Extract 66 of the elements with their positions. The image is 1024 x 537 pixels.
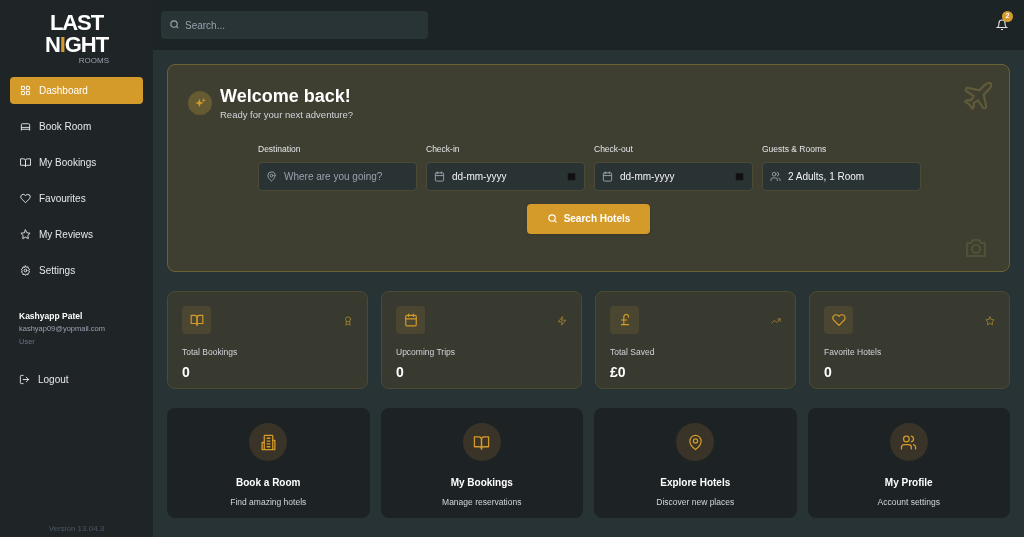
sparkle-icon [188,91,212,116]
building-icon [259,433,277,451]
stat-label: Total Saved [610,346,656,359]
search-icon [169,19,180,30]
nav-item[interactable]: Settings [10,257,143,284]
location-pin-icon [686,433,704,451]
action-subtitle: Account settings [877,496,940,509]
action-title: Explore Hotels [660,476,731,490]
star-icon [985,316,995,326]
input-field[interactable]: dd-mm-yyyy [426,161,585,191]
open-book-icon [189,313,204,327]
lightning-icon [557,316,567,326]
action-subtitle: Discover new places [656,496,735,509]
logo-text: NIGHT [45,34,108,56]
action-subtitle: Find amazing hotels [230,496,307,509]
location-pin-icon [266,170,277,182]
airplane-icon [961,79,995,113]
stat-label: Favorite Hotels [824,346,883,359]
nav-item[interactable]: My Reviews [10,221,143,248]
field-label: Check-out [594,142,634,156]
settings-icon [20,265,31,276]
heart-icon [831,313,846,327]
camera-icon [963,237,989,259]
welcome-subtitle: Ready for your next adventure? [220,107,354,122]
input-field[interactable]: dd-mm-yyyy [594,161,753,191]
nav-item[interactable]: Book Room [10,113,143,140]
action-card[interactable]: My Bookings Manage reservations [380,408,583,518]
bell-icon[interactable] [996,19,1008,31]
input-field[interactable]: Where are you going? [258,161,417,191]
logout-button[interactable]: Logout [10,367,143,392]
stat-label: Upcoming Trips [396,346,457,359]
heart-icon [20,193,31,204]
user-name: Kashyapp Patel [19,310,84,323]
action-title: My Profile [884,476,933,490]
welcome-title: Welcome back! [220,85,352,108]
action-title: Book a Room [236,476,301,490]
award-icon [343,316,353,326]
dashboard-icon [20,85,31,96]
stat-value: 0 [182,362,191,382]
logo-text: LAST [49,12,103,34]
bed-icon [20,121,31,132]
input-field[interactable]: 2 Adults, 1 Room [762,161,921,191]
stat-value: £0 [610,362,627,382]
trending-up-icon [771,316,781,326]
people-icon [770,170,781,182]
field-label: Destination [258,142,302,156]
stat-label: Total Bookings [182,346,239,359]
nav-item[interactable]: My Bookings [10,149,143,176]
action-card[interactable]: Book a Room Find amazing hotels [167,408,370,518]
open-book-icon [473,433,491,451]
field-label: Check-in [426,142,461,156]
action-subtitle: Manage reservations [442,496,522,509]
action-title: My Bookings [450,476,513,490]
open-book-icon [20,157,31,168]
logout-icon [19,373,30,385]
logo-tagline: ROOMS [78,57,109,65]
action-card[interactable]: My Profile Account settings [807,408,1010,518]
action-card[interactable]: Explore Hotels Discover new places [594,408,797,518]
people-icon [900,433,918,451]
star-icon [20,229,31,240]
stat-value: 0 [824,362,833,382]
field-label: Guests & Rooms [762,142,828,156]
stat-value: 0 [396,362,405,382]
search-field[interactable]: Search... [161,11,428,39]
search-icon [546,213,558,224]
nav-item[interactable]: Favourites [10,185,143,212]
